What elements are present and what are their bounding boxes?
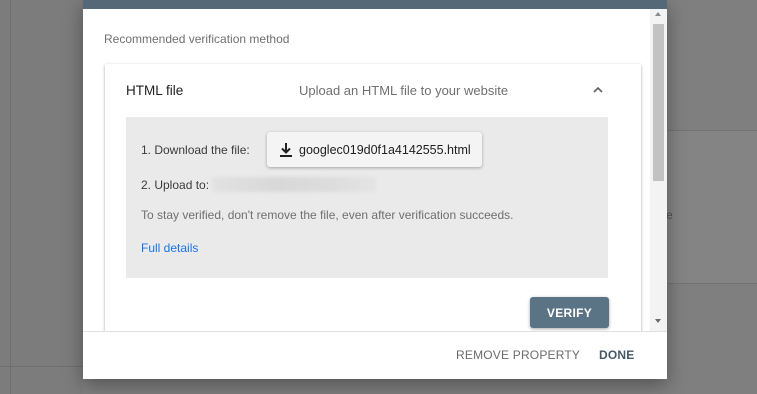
background-card bbox=[667, 130, 757, 284]
html-file-method-card: HTML file Upload an HTML file to your we… bbox=[105, 64, 641, 331]
verification-note: To stay verified, don't remove the file,… bbox=[141, 208, 514, 222]
method-details: 1. Download the file: googlec019d0f1a414… bbox=[126, 117, 608, 278]
section-label: Recommended verification method bbox=[104, 32, 290, 46]
background-divider-horizontal bbox=[0, 366, 83, 367]
method-title[interactable]: HTML file bbox=[126, 83, 183, 98]
upload-url-redacted bbox=[212, 177, 376, 192]
scrollbar-thumb[interactable] bbox=[653, 24, 664, 181]
chevron-up-icon[interactable] bbox=[589, 81, 607, 99]
scroll-up-arrow-icon[interactable] bbox=[655, 12, 661, 16]
background-sidebar bbox=[0, 0, 83, 394]
footer-divider bbox=[83, 331, 667, 332]
dialog-header-bar bbox=[83, 0, 667, 9]
dialog-scrollbar[interactable] bbox=[650, 9, 667, 331]
download-file-button[interactable]: googlec019d0f1a4142555.html bbox=[267, 132, 482, 167]
scroll-down-arrow-icon[interactable] bbox=[655, 319, 661, 323]
verify-button[interactable]: VERIFY bbox=[530, 297, 609, 328]
background-divider bbox=[10, 0, 11, 394]
download-filename: googlec019d0f1a4142555.html bbox=[299, 142, 471, 157]
full-details-link[interactable]: Full details bbox=[141, 241, 198, 255]
remove-property-button[interactable]: REMOVE PROPERTY bbox=[456, 344, 580, 366]
dialog-scroll-content: Recommended verification method HTML fil… bbox=[83, 9, 667, 331]
step2-label: 2. Upload to: bbox=[141, 178, 210, 192]
step1-label: 1. Download the file: bbox=[141, 143, 250, 157]
method-description: Upload an HTML file to your website bbox=[299, 83, 509, 98]
background-partial-text: e bbox=[666, 208, 673, 222]
download-icon bbox=[279, 142, 293, 158]
done-button[interactable]: DONE bbox=[599, 344, 634, 366]
verification-dialog: Recommended verification method HTML fil… bbox=[83, 0, 667, 379]
